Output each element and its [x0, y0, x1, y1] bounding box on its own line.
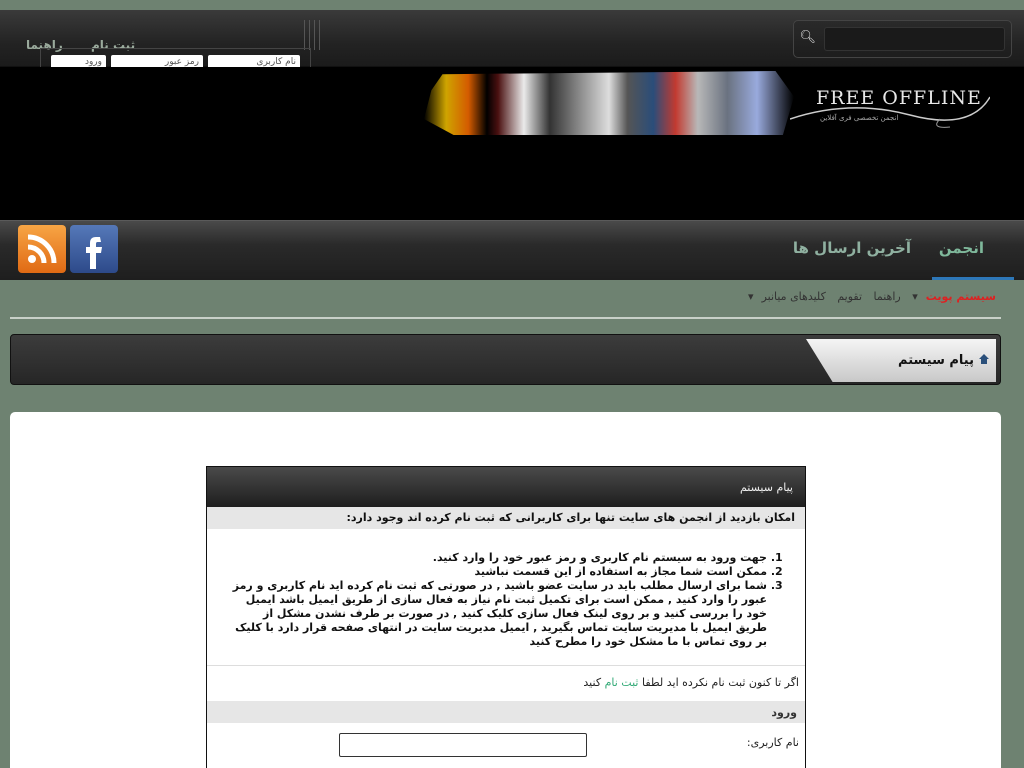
- register-link-inline[interactable]: ثبت نام: [605, 676, 639, 689]
- home-icon[interactable]: [978, 353, 990, 365]
- username-row: نام کاربری:: [207, 723, 805, 763]
- site-logo-subtitle: انجمن تخصصی فری آفلاین: [820, 114, 899, 122]
- subnav-item-help[interactable]: راهنما: [874, 290, 901, 303]
- title-bar: پیام سیستم: [10, 334, 1001, 385]
- site-logo[interactable]: FREE OFFLINE: [816, 87, 982, 109]
- register-prompt: اگر تا کنون ثبت نام نکرده اید لطفا ثبت ن…: [207, 665, 805, 701]
- search-icon[interactable]: 🔍︎: [799, 30, 816, 48]
- page-title: پیام سیستم: [898, 353, 974, 368]
- register-prefix: اگر تا کنون ثبت نام نکرده اید لطفا: [641, 676, 799, 689]
- rss-icon[interactable]: [18, 225, 66, 273]
- chevron-down-icon: ▾: [748, 290, 754, 303]
- banner: FREE OFFLINE انجمن تخصصی فری آفلاین: [0, 67, 1024, 220]
- list-item: جهت ورود به سیستم نام کاربری و رمز عبور …: [231, 551, 767, 565]
- nav-bar: آخرین ارسال ها انجمن: [0, 220, 1024, 280]
- divider: [10, 317, 1001, 319]
- list-item: شما برای ارسال مطلب باید در سایت عضو باش…: [231, 579, 767, 649]
- username-input[interactable]: [339, 733, 587, 757]
- main-content: پیام سیستم امکان بازدید از انجمن های سای…: [10, 412, 1001, 768]
- subnav-item-shortcuts[interactable]: کلیدهای میانبر: [762, 290, 826, 303]
- facebook-icon[interactable]: [70, 225, 118, 273]
- chevron-down-icon: ▾: [912, 290, 918, 303]
- game-covers-image: [424, 71, 794, 135]
- tab-forum[interactable]: انجمن: [939, 239, 984, 257]
- system-message-box: پیام سیستم امکان بازدید از انجمن های سای…: [206, 466, 806, 768]
- search-input[interactable]: [824, 27, 1005, 51]
- message-box-body: جهت ورود به سیستم نام کاربری و رمز عبور …: [207, 529, 805, 665]
- separator-lines: [302, 20, 322, 50]
- tab-recent-posts[interactable]: آخرین ارسال ها: [793, 239, 911, 257]
- active-tab-indicator: [932, 277, 1014, 280]
- breadcrumb: پیام سیستم: [806, 339, 996, 382]
- message-box-header: پیام سیستم: [207, 467, 805, 507]
- message-box-subheader: امکان بازدید از انجمن های سایت تنها برای…: [207, 507, 805, 529]
- subnav-item-system[interactable]: سیستم پویت: [926, 290, 996, 303]
- register-suffix: کنید: [583, 676, 602, 689]
- list-item: ممکن است شما مجاز به استفاده از این قسمت…: [231, 565, 768, 579]
- subnav-item-calendar[interactable]: تقویم: [837, 290, 862, 303]
- sub-nav: سیستم پویت ▾ راهنما تقویم کلیدهای میانبر ▾: [740, 290, 996, 303]
- login-section-header: ورود: [207, 701, 805, 723]
- top-strip: [0, 0, 1024, 10]
- search-box: 🔍︎: [793, 20, 1012, 58]
- username-label: نام کاربری:: [746, 736, 799, 749]
